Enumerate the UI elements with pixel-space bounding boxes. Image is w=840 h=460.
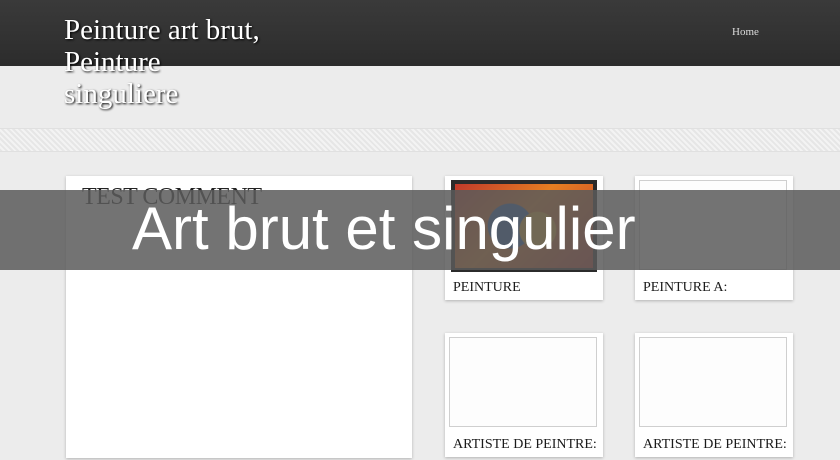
- decorative-stripe: [0, 128, 840, 152]
- banner-text: Art brut et singulier: [132, 195, 636, 262]
- site-title[interactable]: Peinture art brut, Peinture singuliere: [64, 14, 324, 110]
- site-title-line-3: singuliere: [64, 78, 179, 110]
- post-thumbnail-title[interactable]: PEINTURE: [453, 280, 521, 296]
- post-thumbnail-card[interactable]: ARTISTE DE PEINTRE:: [635, 333, 793, 457]
- thumbnail-image-placeholder[interactable]: [639, 337, 787, 427]
- post-thumbnail-title[interactable]: PEINTURE A:: [643, 280, 727, 296]
- post-thumbnail-title[interactable]: ARTISTE DE PEINTRE:: [643, 437, 787, 453]
- site-title-line-2: Peinture: [64, 46, 161, 78]
- nav-home-link[interactable]: Home: [732, 26, 759, 38]
- post-thumbnail-card[interactable]: ARTISTE DE PEINTRE:: [445, 333, 603, 457]
- overlay-banner: Art brut et singulier: [0, 190, 840, 270]
- thumbnail-image-placeholder[interactable]: [449, 337, 597, 427]
- post-thumbnail-title[interactable]: ARTISTE DE PEINTRE:: [453, 437, 597, 453]
- site-header: Peinture art brut, Peinture singuliere H…: [0, 0, 840, 110]
- site-title-line-1: Peinture art brut,: [64, 14, 260, 46]
